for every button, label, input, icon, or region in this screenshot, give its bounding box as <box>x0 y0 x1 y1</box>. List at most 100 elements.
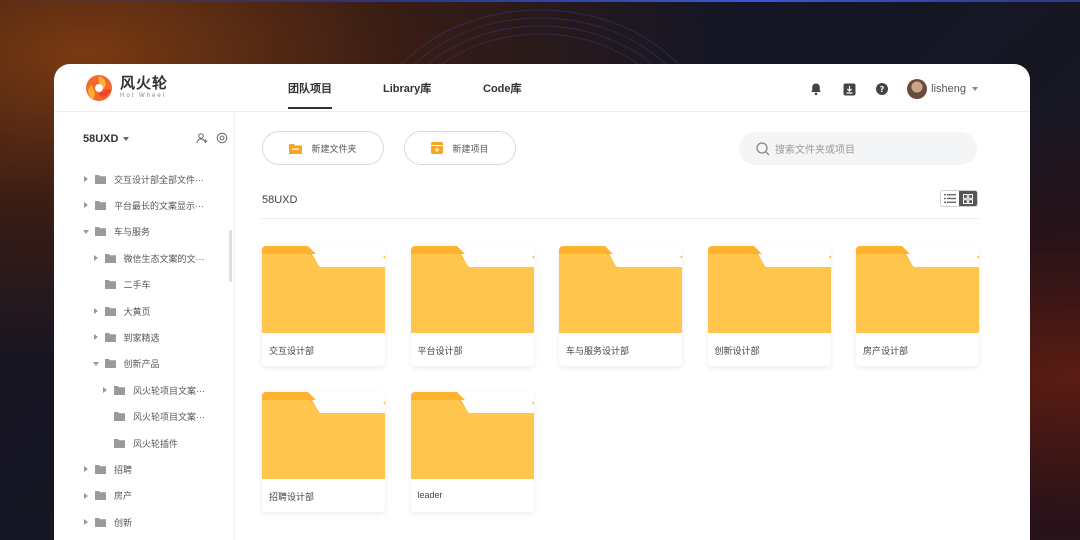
folder-icon <box>104 332 116 342</box>
add-member-icon[interactable] <box>196 132 208 144</box>
tree-item-label: 房产 <box>114 491 133 502</box>
folder-icon <box>410 246 534 333</box>
folder-icon <box>707 246 831 333</box>
tree-item[interactable]: 风火轮项目文案··· <box>101 381 205 399</box>
folder-card[interactable]: 房产设计部 <box>856 246 979 366</box>
folder-icon <box>104 306 116 316</box>
sidebar: 58UXD 交互设计部全部文件··· 平台最长的文案显示··· 车与服务微信生态文案… <box>54 112 235 540</box>
search-input[interactable]: 搜索文件夹或项目 <box>739 132 977 165</box>
tree-item[interactable]: 创新 <box>82 513 132 531</box>
tree-item[interactable]: 平台最长的文案显示··· <box>82 196 204 214</box>
logo[interactable]: 风火轮 Hot Wheel <box>84 73 168 103</box>
chevron-right-icon[interactable] <box>92 334 100 341</box>
tree-item[interactable]: 招聘 <box>82 460 132 478</box>
project-icon <box>431 142 444 154</box>
folder-card-label: leader <box>417 490 443 500</box>
folder-icon <box>114 385 125 395</box>
folder-icon <box>289 143 303 154</box>
breadcrumb[interactable]: 58UXD <box>262 194 297 206</box>
list-view-icon[interactable] <box>941 191 959 206</box>
team-switcher[interactable]: 58UXD <box>83 133 130 145</box>
settings-icon[interactable] <box>216 132 228 144</box>
tree-item[interactable]: 风火轮项目文案··· <box>101 408 205 426</box>
folder-card[interactable]: leader <box>410 392 534 512</box>
folder-card[interactable]: 车与服务设计部 <box>559 246 682 366</box>
view-toggle <box>940 190 978 207</box>
logo-text: 风火轮 <box>120 74 169 92</box>
tree-item[interactable]: 二手车 <box>92 276 151 294</box>
folder-icon <box>95 517 106 527</box>
chevron-down-icon[interactable] <box>82 229 90 234</box>
download-icon[interactable] <box>841 81 857 97</box>
divider <box>262 218 978 219</box>
grid-view-icon[interactable] <box>959 191 977 206</box>
folder-icon <box>95 174 106 184</box>
tree-item[interactable]: 房产 <box>82 487 132 505</box>
tree-item-label: 风火轮插件 <box>133 438 179 449</box>
folder-icon <box>410 392 534 479</box>
tree-item-label: 微信生态文案的文··· <box>123 253 205 264</box>
tree-item-label: 二手车 <box>123 280 151 291</box>
main-content: 新建文件夹 新建项目 搜索文件夹或项目 58UXD 交互设计部 平台设计部 车与服务… <box>236 112 1030 540</box>
chevron-down-icon <box>123 137 130 141</box>
tree-item-label: 车与服务 <box>114 227 151 238</box>
tree-item-label: 平台最长的文案显示··· <box>114 200 204 211</box>
logo-subtext: Hot Wheel <box>120 92 167 99</box>
chevron-down-icon[interactable] <box>972 87 978 91</box>
tree-item[interactable]: 到家精选 <box>92 328 160 346</box>
tree-item[interactable]: 创新产品 <box>92 355 160 373</box>
chevron-down-icon[interactable] <box>92 361 100 366</box>
folder-icon <box>262 246 385 333</box>
new-project-label: 新建项目 <box>452 143 489 154</box>
folder-icon <box>856 246 979 333</box>
tab-team-projects[interactable]: 团队项目 <box>288 80 332 109</box>
folder-icon <box>104 253 116 263</box>
folder-card[interactable]: 创新设计部 <box>707 246 831 366</box>
tree-item-label: 创新 <box>114 517 133 528</box>
background-arcs <box>401 9 679 64</box>
avatar[interactable] <box>907 79 928 99</box>
folder-card-label: 车与服务设计部 <box>566 346 630 356</box>
chevron-right-icon[interactable] <box>82 466 90 473</box>
chevron-right-icon[interactable] <box>82 519 90 526</box>
folder-card-label: 平台设计部 <box>417 346 463 356</box>
tree-item-label: 招聘 <box>114 464 133 475</box>
tab-code[interactable]: Code库 <box>483 80 522 96</box>
new-project-button[interactable]: 新建项目 <box>404 131 516 165</box>
tree-item[interactable]: 微信生态文案的文··· <box>92 249 205 267</box>
folder-card[interactable]: 招聘设计部 <box>262 392 385 512</box>
folder-icon <box>262 392 385 479</box>
folder-icon <box>95 227 106 237</box>
tree-item-label: 大黄页 <box>123 306 151 317</box>
new-folder-button[interactable]: 新建文件夹 <box>262 131 384 165</box>
tree-item[interactable]: 车与服务 <box>82 223 150 241</box>
folder-icon <box>95 491 106 501</box>
folder-card-label: 交互设计部 <box>269 346 315 356</box>
folder-card-label: 招聘设计部 <box>269 492 315 502</box>
app-window: 风火轮 Hot Wheel 团队项目 Library库 Code库 ? lish… <box>54 64 1030 540</box>
chevron-right-icon[interactable] <box>92 308 100 314</box>
folder-icon <box>104 280 116 290</box>
folder-card[interactable]: 交互设计部 <box>262 246 385 366</box>
username[interactable]: lisheng <box>931 83 966 95</box>
tab-library[interactable]: Library库 <box>383 80 431 96</box>
chevron-right-icon[interactable] <box>82 202 90 209</box>
folder-icon <box>114 412 125 422</box>
folder-icon <box>559 246 682 333</box>
tree-item[interactable]: 风火轮插件 <box>101 434 178 452</box>
chevron-right-icon[interactable] <box>82 492 90 499</box>
help-icon[interactable]: ? <box>874 81 890 97</box>
chevron-right-icon[interactable] <box>101 387 109 394</box>
folder-icon <box>104 359 116 369</box>
tree-item[interactable]: 大黄页 <box>92 302 151 320</box>
new-folder-label: 新建文件夹 <box>311 143 357 154</box>
chevron-right-icon[interactable] <box>92 255 100 262</box>
folder-card[interactable]: 平台设计部 <box>410 246 534 366</box>
sidebar-scrollbar[interactable] <box>229 230 232 282</box>
tree-item[interactable]: 交互设计部全部文件··· <box>82 170 204 188</box>
folder-icon <box>95 464 106 474</box>
chevron-right-icon[interactable] <box>82 176 90 182</box>
tree-item-label: 风火轮项目文案··· <box>133 412 205 423</box>
folder-card-label: 创新设计部 <box>714 346 760 356</box>
bell-icon[interactable] <box>808 81 824 97</box>
